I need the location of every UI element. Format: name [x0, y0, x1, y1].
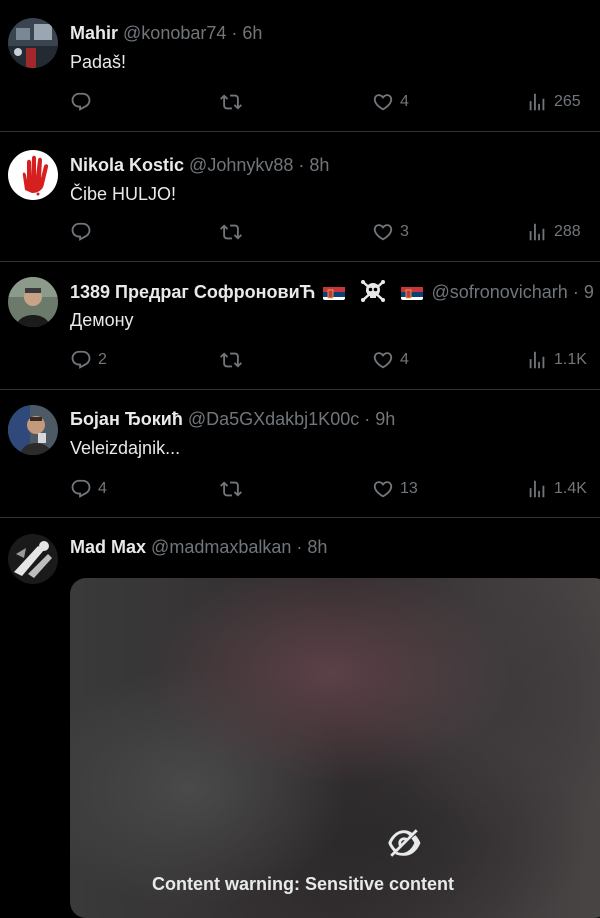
views-button[interactable]: 265: [526, 90, 581, 114]
views-count: 288: [554, 223, 581, 240]
timestamp[interactable]: 8h: [309, 155, 329, 175]
heart-icon: [372, 221, 394, 243]
eye-slash-icon: [388, 829, 421, 857]
timestamp[interactable]: 9h: [375, 409, 395, 429]
reply-count: 4: [98, 480, 107, 497]
avatar[interactable]: [8, 150, 58, 200]
heart-icon: [372, 349, 394, 371]
tweet-text: Padaš!: [70, 52, 127, 72]
like-count: 4: [400, 93, 409, 110]
tweet-actions: 3 288: [70, 220, 600, 244]
reply-count: 2: [98, 351, 107, 368]
tweet-header: Nikola Kostic @Johnykv88 · 8h: [70, 154, 329, 176]
views-button[interactable]: 288: [526, 220, 581, 244]
reply-button[interactable]: [70, 220, 98, 244]
reply-button[interactable]: 4: [70, 477, 107, 501]
like-count: 3: [400, 223, 409, 240]
heart-icon: [372, 91, 394, 113]
retweet-icon: [220, 349, 242, 371]
like-button[interactable]: 4: [372, 348, 409, 372]
author-handle[interactable]: @Johnykv88: [189, 155, 293, 175]
like-button[interactable]: 4: [372, 90, 409, 114]
author-handle[interactable]: @madmaxbalkan: [151, 537, 291, 557]
views-icon: [526, 478, 548, 500]
reply-icon: [70, 478, 92, 500]
tweet[interactable]: 1389 Предраг СофроновиЋ @sofronovicharh …: [0, 262, 600, 390]
author-handle[interactable]: @sofronovicharh: [431, 282, 567, 302]
tweet-header: Mad Max @madmaxbalkan · 8h: [70, 536, 327, 558]
tweet[interactable]: Бојан Ђокић @Da5GXdakbj1K00c · 9h Veleiz…: [0, 390, 600, 518]
avatar[interactable]: [8, 277, 58, 327]
reply-button[interactable]: 2: [70, 348, 107, 372]
views-button[interactable]: 1.1K: [526, 348, 587, 372]
tweet[interactable]: Nikola Kostic @Johnykv88 · 8h Čibe HULJO…: [0, 132, 600, 262]
views-button[interactable]: 1.4K: [526, 477, 587, 501]
serbia-flag-icon: [323, 285, 346, 300]
retweet-button[interactable]: [220, 477, 248, 501]
reply-icon: [70, 349, 92, 371]
reply-button[interactable]: [70, 90, 98, 114]
reply-icon: [70, 221, 92, 243]
tweet-text: Čibe HULJO!: [70, 184, 177, 204]
author-name[interactable]: Бојан Ђокић: [70, 409, 183, 429]
retweet-button[interactable]: [220, 90, 248, 114]
retweet-button[interactable]: [220, 348, 248, 372]
timestamp[interactable]: 9: [584, 282, 594, 302]
heart-icon: [372, 478, 394, 500]
tweet[interactable]: Mahir @konobar74 · 6h Padaš! 4 265: [0, 0, 600, 132]
content-warning-text: Content warning: Sensitive content: [151, 874, 455, 894]
tweet-actions: 4 265: [70, 90, 600, 114]
author-handle[interactable]: @konobar74: [123, 23, 226, 43]
views-count: 1.4K: [554, 480, 587, 497]
views-icon: [526, 349, 548, 371]
like-button[interactable]: 3: [372, 220, 409, 244]
separator-dot: ·: [296, 537, 303, 557]
tweet-header: 1389 Предраг СофроновиЋ @sofronovicharh …: [70, 280, 594, 302]
avatar[interactable]: [8, 18, 58, 68]
tweet-text: Демону: [70, 310, 134, 330]
reply-icon: [70, 91, 92, 113]
skull-crossbones-icon: [361, 280, 386, 302]
separator-dot: ·: [572, 282, 579, 302]
author-name[interactable]: 1389 Предраг СофроновиЋ: [70, 282, 315, 302]
tweet-actions: 4 13 1.4K: [70, 477, 600, 501]
views-count: 265: [554, 93, 581, 110]
serbia-flag-icon: [401, 285, 424, 300]
sensitive-media[interactable]: Content warning: Sensitive content: [70, 578, 600, 918]
avatar[interactable]: [8, 534, 58, 584]
views-icon: [526, 221, 548, 243]
separator-dot: ·: [231, 23, 238, 43]
timestamp[interactable]: 8h: [307, 537, 327, 557]
author-name[interactable]: Mahir: [70, 23, 118, 43]
tweet-header: Mahir @konobar74 · 6h: [70, 22, 262, 44]
avatar[interactable]: [8, 405, 58, 455]
views-icon: [526, 91, 548, 113]
tweet-header: Бојан Ђокић @Da5GXdakbj1K00c · 9h: [70, 408, 395, 430]
tweet-actions: 2 4 1.1K: [70, 348, 600, 372]
like-count: 13: [400, 480, 418, 497]
retweet-icon: [220, 91, 242, 113]
views-count: 1.1K: [554, 351, 587, 368]
like-button[interactable]: 13: [372, 477, 418, 501]
author-name[interactable]: Mad Max: [70, 537, 146, 557]
author-handle[interactable]: @Da5GXdakbj1K00c: [188, 409, 359, 429]
retweet-icon: [220, 221, 242, 243]
timestamp[interactable]: 6h: [242, 23, 262, 43]
retweet-icon: [220, 478, 242, 500]
retweet-button[interactable]: [220, 220, 248, 244]
author-name[interactable]: Nikola Kostic: [70, 155, 184, 175]
like-count: 4: [400, 351, 409, 368]
separator-dot: ·: [364, 409, 371, 429]
tweet-text: Veleizdajnik...: [70, 438, 181, 458]
separator-dot: ·: [298, 155, 305, 175]
